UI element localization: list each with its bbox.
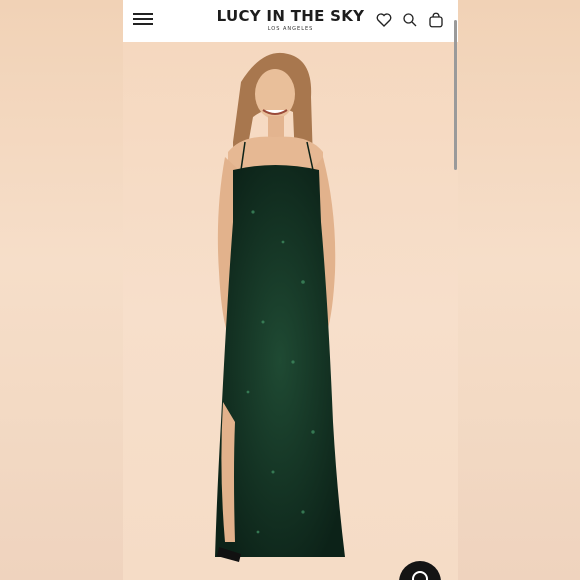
chat-button[interactable] [399,561,441,580]
search-icon[interactable] [401,11,419,29]
scrollbar[interactable] [454,20,457,170]
mobile-screen: LUCY IN THE SKY LOS ANGELES [123,0,458,580]
chat-icon [412,571,428,580]
model-figure [215,52,345,562]
shopping-bag-icon[interactable] [427,11,445,29]
blurred-background-left [0,0,123,580]
product-image[interactable] [123,42,458,580]
blurred-background-right [458,0,580,580]
heart-icon[interactable] [375,11,393,29]
top-navigation-bar: LUCY IN THE SKY LOS ANGELES [123,0,458,170]
